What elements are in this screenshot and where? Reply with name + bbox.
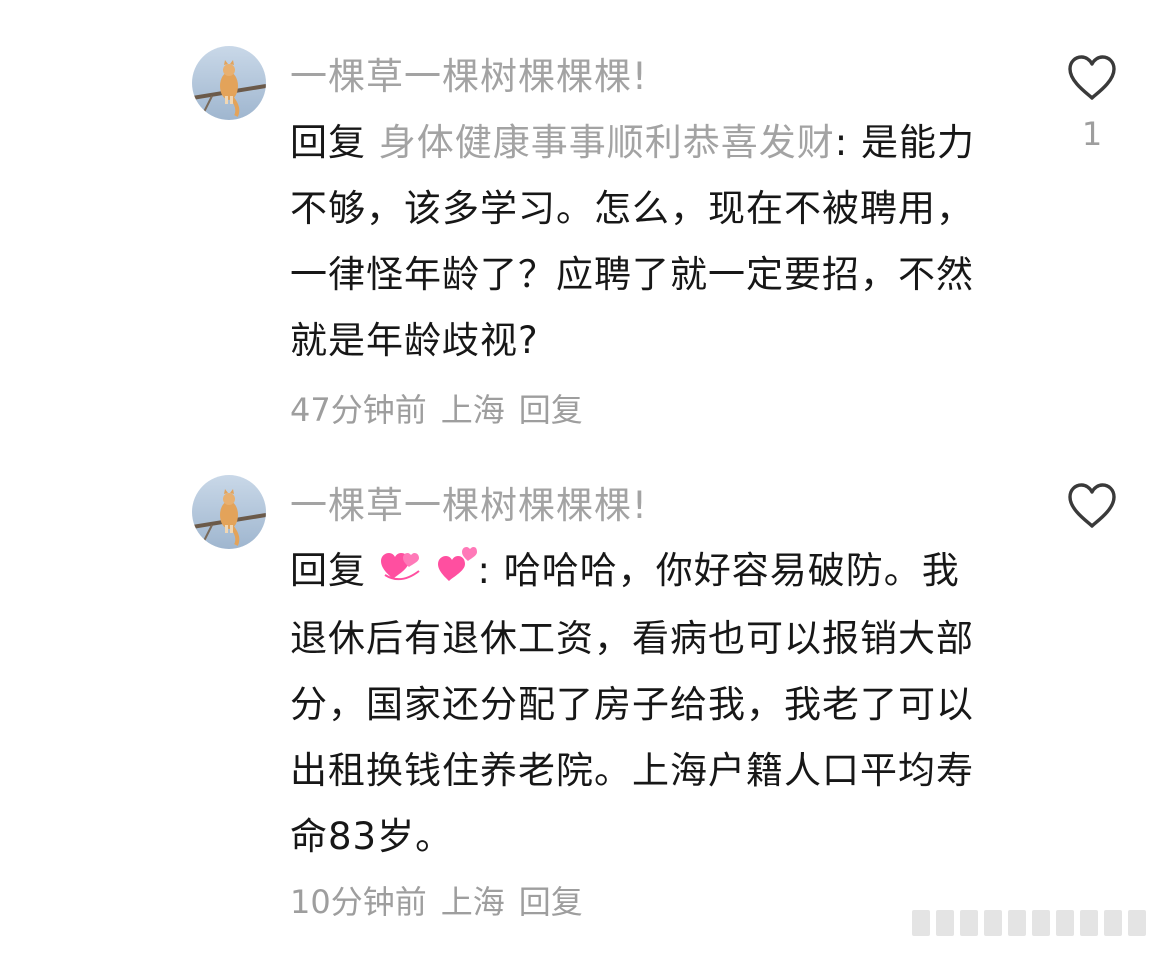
comment-item-2: 一棵草一棵树棵棵棵! 回复 : 哈哈哈，你好容易破防。我退休后有退休工资，看病也…	[0, 0, 1170, 956]
comment-location: 上海	[440, 883, 505, 921]
heart-outline-icon	[1068, 483, 1116, 528]
reply-separator: :	[477, 549, 504, 592]
reply-prefix: 回复	[290, 549, 366, 592]
like-button[interactable]	[1064, 482, 1120, 530]
revolving-hearts-emoji[interactable]	[379, 540, 423, 606]
username[interactable]: 一棵草一棵树棵棵棵!	[290, 481, 648, 531]
reply-button[interactable]: 回复	[519, 883, 583, 921]
comment-meta: 10分钟前 上海 回复	[290, 880, 583, 924]
two-hearts-emoji[interactable]	[436, 540, 478, 606]
comment-body: 回复 : 哈哈哈，你好容易破防。我退休后有退休工资，看病也可以报销大部分，国家还…	[290, 538, 980, 870]
comment-time: 10分钟前	[290, 883, 427, 921]
watermark-logo	[912, 906, 1162, 940]
cat-avatar-icon	[192, 475, 266, 549]
user-avatar[interactable]	[192, 475, 266, 549]
